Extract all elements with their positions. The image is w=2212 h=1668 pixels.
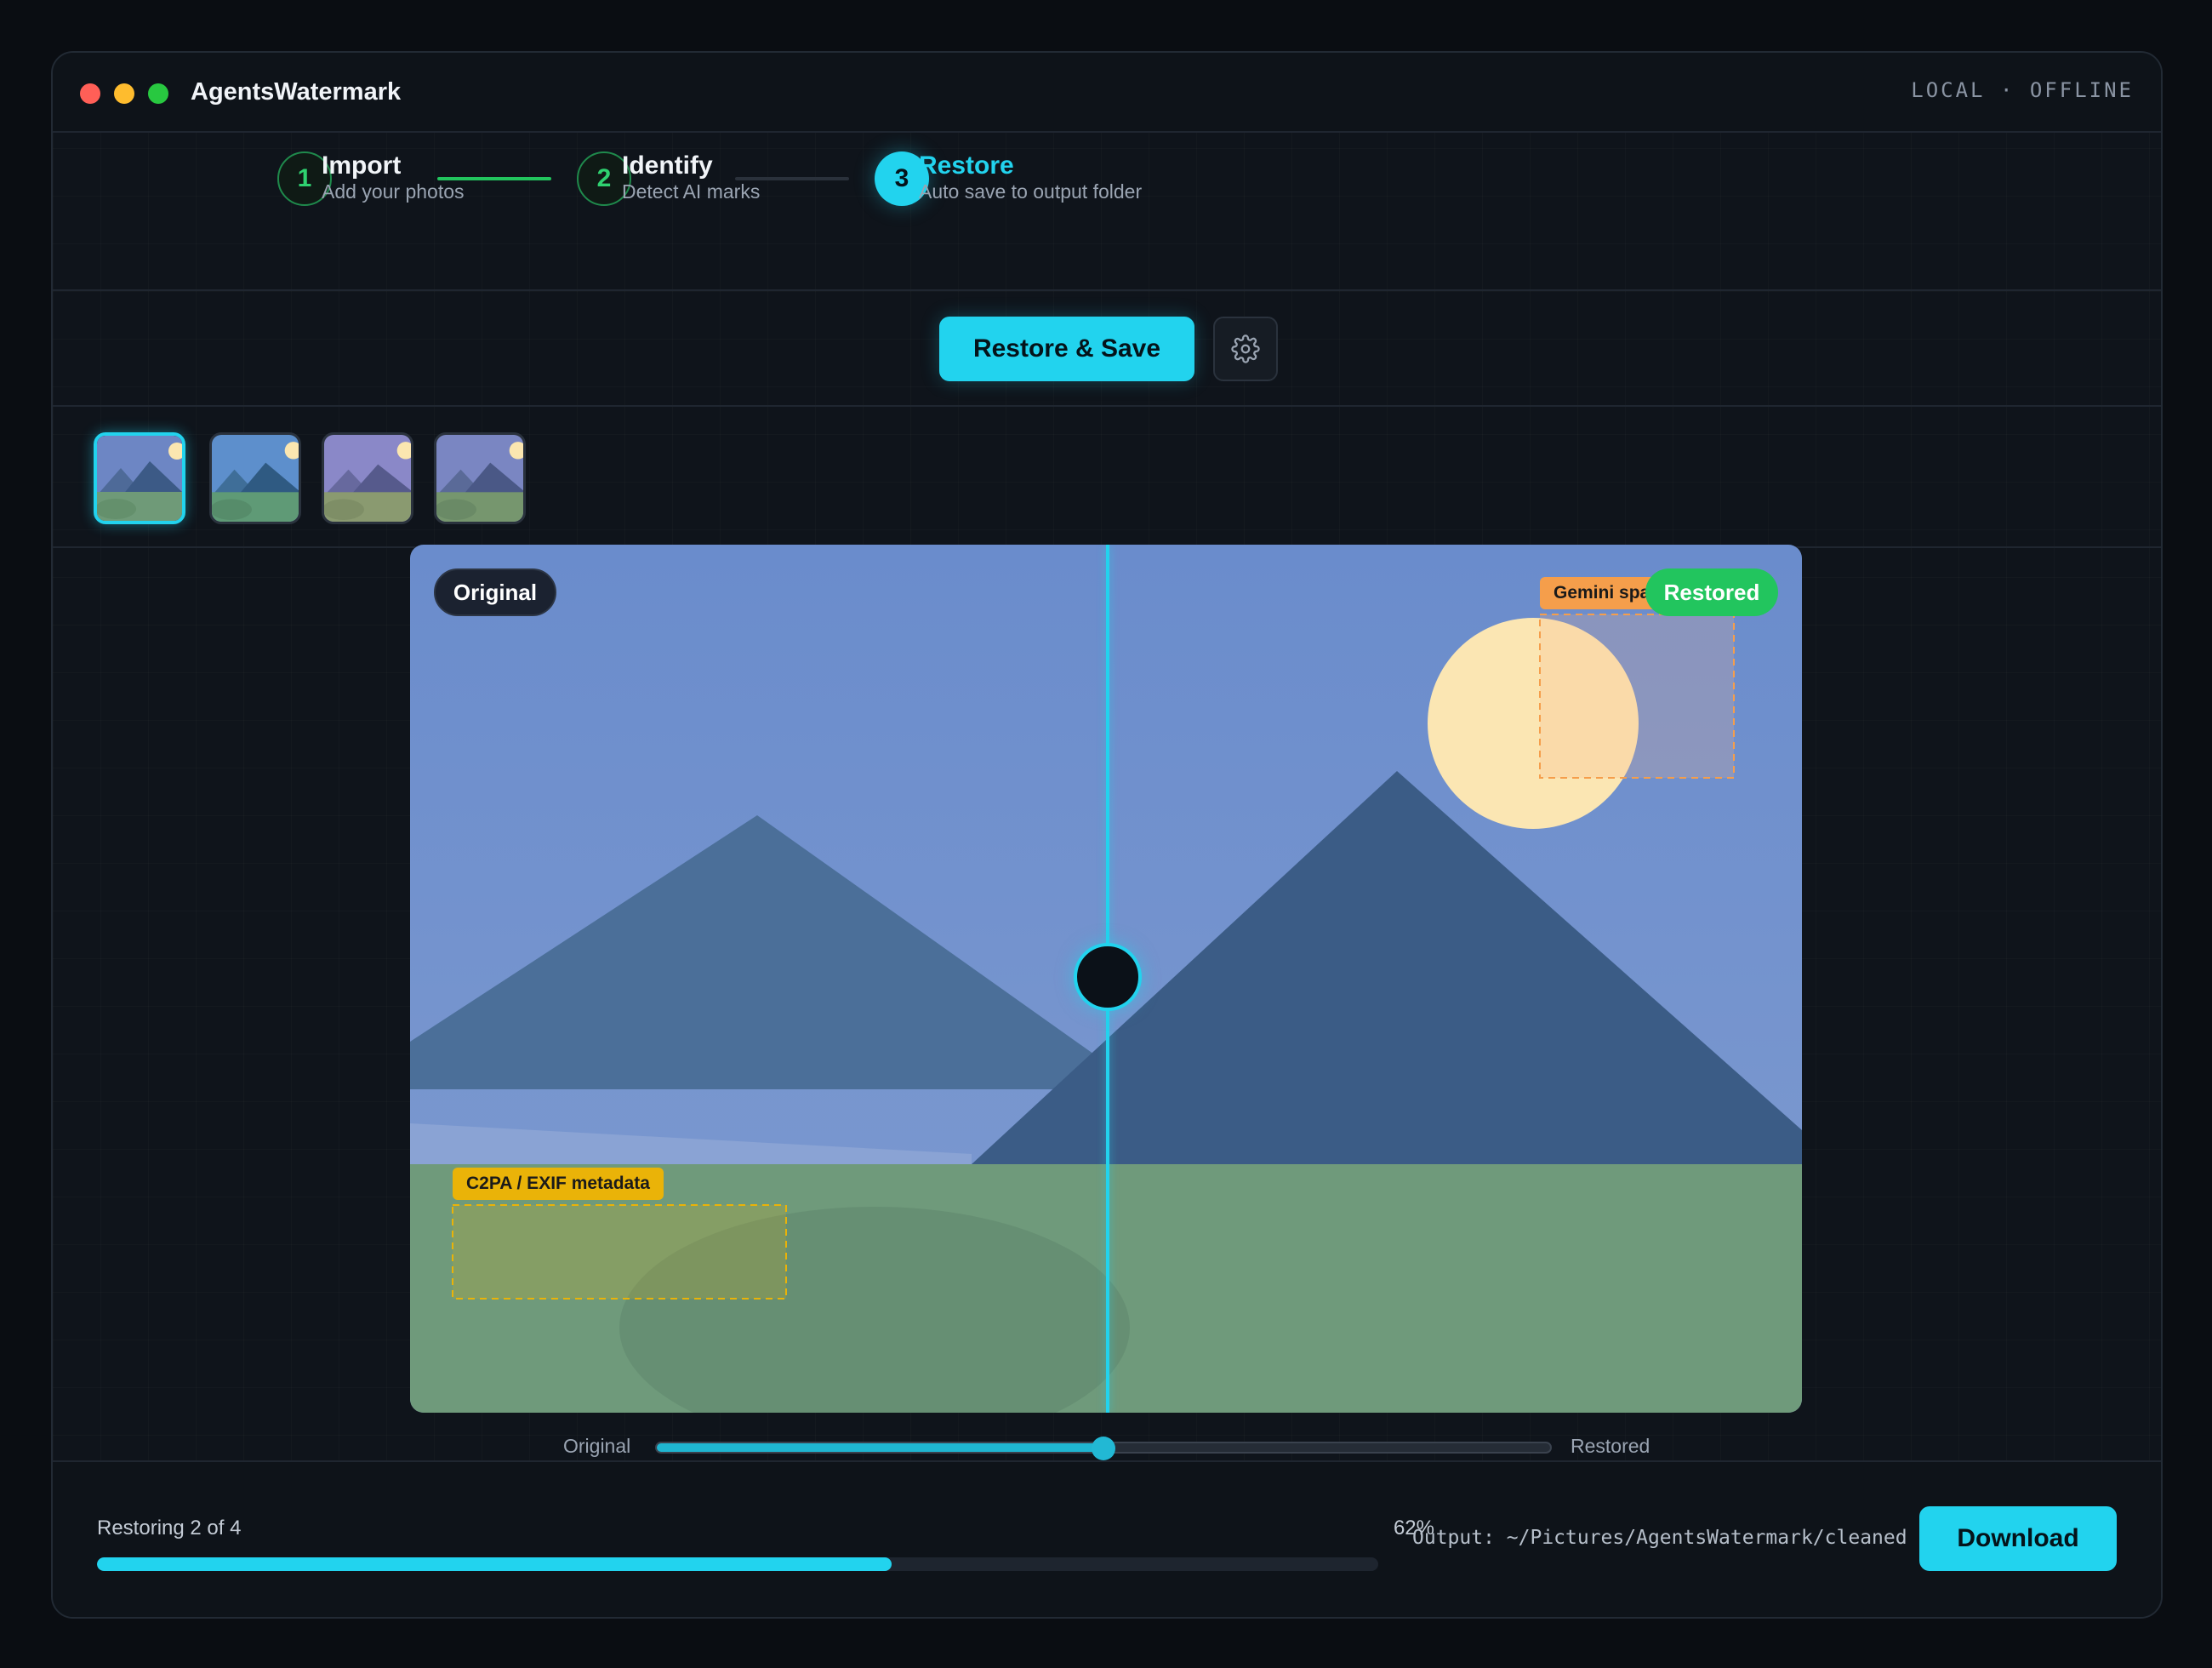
progress-track bbox=[97, 1557, 1378, 1571]
minimize-window-button[interactable] bbox=[114, 83, 134, 104]
gear-icon bbox=[1231, 334, 1260, 363]
stepper: 1 Import Add your photos 2 Identify Dete… bbox=[53, 133, 2161, 291]
compare-drag-handle[interactable] bbox=[1074, 943, 1142, 1011]
landscape-thumbnail-image bbox=[212, 435, 299, 522]
detection-tag-c2pa: C2PA / EXIF metadata bbox=[453, 1168, 664, 1200]
thumbnail-1[interactable] bbox=[94, 432, 185, 524]
compare-slider-knob[interactable] bbox=[1092, 1437, 1115, 1460]
thumbnail-4[interactable] bbox=[434, 432, 526, 524]
landscape-thumbnail-image bbox=[97, 436, 182, 521]
settings-button[interactable] bbox=[1213, 317, 1278, 381]
step-subtitle: Auto save to output folder bbox=[919, 180, 1143, 203]
compare-left-label: Original bbox=[563, 1435, 631, 1457]
landscape-thumbnail-image bbox=[436, 435, 523, 522]
restore-save-button[interactable]: Restore & Save bbox=[939, 317, 1194, 381]
restored-label-pill: Restored bbox=[1645, 568, 1778, 616]
step-title: Identify bbox=[622, 151, 713, 180]
app-title: AgentsWatermark bbox=[191, 78, 402, 106]
compare-slider-row: Original Restored bbox=[53, 1423, 2161, 1460]
original-label-pill: Original bbox=[434, 568, 556, 616]
landscape-thumbnail-image bbox=[324, 435, 411, 522]
step-title: Restore bbox=[919, 151, 1014, 180]
comparison-viewer[interactable]: Gemini sparkle C2PA / EXIF metadata Orig… bbox=[410, 545, 1802, 1413]
app-window: AgentsWatermark LOCAL · OFFLINE 1 Import… bbox=[51, 51, 2163, 1619]
progress-fill bbox=[97, 1557, 892, 1571]
output-path: Output: ~/Pictures/AgentsWatermark/clean… bbox=[1412, 1527, 1907, 1549]
thumbnail-strip bbox=[53, 407, 2161, 548]
thumbnail-3[interactable] bbox=[322, 432, 413, 524]
compare-slider-fill bbox=[657, 1443, 1103, 1452]
thumbnail-2[interactable] bbox=[209, 432, 301, 524]
title-bar: AgentsWatermark LOCAL · OFFLINE bbox=[53, 53, 2161, 133]
close-window-button[interactable] bbox=[80, 83, 100, 104]
download-button[interactable]: Download bbox=[1919, 1506, 2117, 1571]
offline-status: LOCAL · OFFLINE bbox=[1911, 78, 2134, 102]
compare-right-label: Restored bbox=[1571, 1435, 1650, 1457]
step-subtitle: Add your photos bbox=[322, 180, 465, 203]
footer-bar: Restoring 2 of 4 62% Output: ~/Pictures/… bbox=[53, 1460, 2161, 1617]
action-row: Restore & Save bbox=[53, 291, 2161, 407]
maximize-window-button[interactable] bbox=[148, 83, 168, 104]
progress-label: Restoring 2 of 4 bbox=[97, 1517, 242, 1539]
step-title: Import bbox=[322, 151, 402, 180]
step-subtitle: Detect AI marks bbox=[622, 180, 761, 203]
